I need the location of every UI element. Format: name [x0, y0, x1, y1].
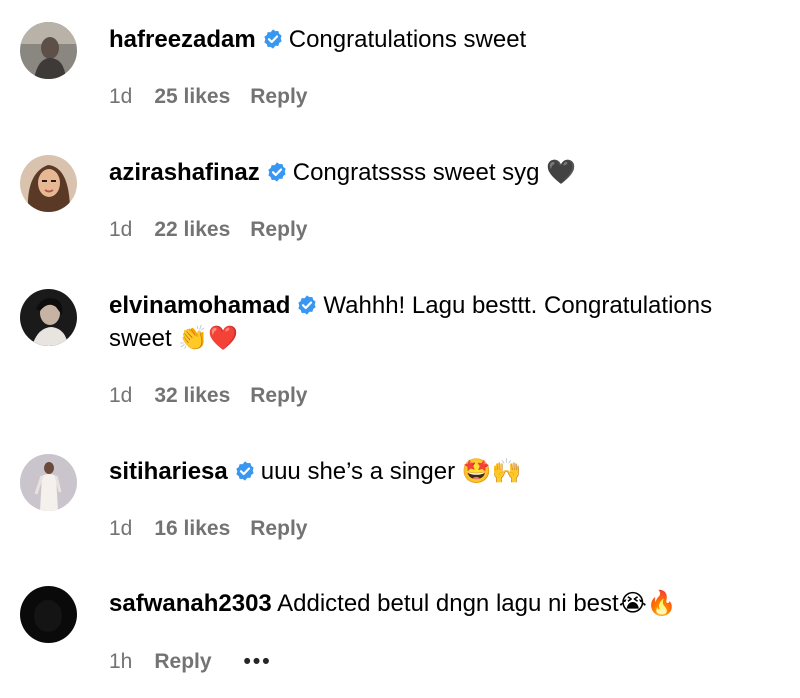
avatar-image [20, 586, 77, 643]
avatar-image [20, 22, 77, 79]
reply-button[interactable]: Reply [154, 650, 211, 673]
avatar-image [20, 454, 77, 511]
comment-text: uuu she’s a singer [260, 458, 456, 485]
reply-button[interactable]: Reply [250, 384, 307, 407]
comment-body: azirashafinaz Congratssss sweet syg 🖤 [109, 156, 770, 189]
avatar[interactable] [20, 289, 77, 346]
more-options-icon[interactable]: ••• [244, 650, 272, 674]
comment-meta: 1d 25 likes Reply [109, 85, 327, 109]
comment-time[interactable]: 1d [109, 85, 132, 108]
verified-badge-icon [264, 29, 282, 49]
comment-time[interactable]: 1d [109, 517, 132, 540]
comment-text: Addicted betul dngn lagu ni best [277, 590, 619, 617]
comment-meta: 1h Reply ••• [109, 650, 292, 674]
comment-username[interactable]: sitihariesa [109, 458, 228, 485]
black-heart-emoji-icon: 🖤 [546, 158, 577, 186]
comment-username[interactable]: hafreezadam [109, 26, 256, 53]
avatar-image [20, 155, 77, 212]
comment-text: Congratssss sweet syg [292, 159, 540, 186]
comment-body: sitihariesa uuu she’s a singer 🤩🙌 [109, 455, 770, 488]
comment-time[interactable]: 1d [109, 218, 132, 241]
comment-meta: 1d 32 likes Reply [109, 384, 327, 408]
comment-text: Congratulations sweet [288, 26, 527, 53]
clapping-hands-heart-emoji-icon: 👏❤️ [178, 324, 239, 352]
comment-likes[interactable]: 16 likes [154, 517, 230, 540]
reply-button[interactable]: Reply [250, 218, 307, 241]
comment-likes[interactable]: 22 likes [154, 218, 230, 241]
comment-likes[interactable]: 25 likes [154, 85, 230, 108]
avatar[interactable] [20, 454, 77, 511]
avatar[interactable] [20, 586, 77, 643]
avatar-image [20, 289, 77, 346]
verified-badge-icon [236, 461, 254, 481]
comment-meta: 1d 22 likes Reply [109, 218, 327, 242]
comment-username[interactable]: elvinamohamad [109, 292, 290, 319]
avatar[interactable] [20, 22, 77, 79]
verified-badge-icon [268, 162, 286, 182]
avatar[interactable] [20, 155, 77, 212]
comment-time[interactable]: 1h [109, 650, 132, 673]
comment-body: safwanah2303 Addicted betul dngn lagu ni… [109, 587, 770, 620]
comment-body: hafreezadam Congratulations sweet [109, 23, 770, 56]
star-struck-raised-hands-emoji-icon: 🤩🙌 [461, 457, 522, 485]
comment-meta: 1d 16 likes Reply [109, 517, 327, 541]
comment-username[interactable]: safwanah2303 [109, 590, 272, 617]
crying-fire-emoji-icon: 😭🔥 [618, 589, 677, 617]
reply-button[interactable]: Reply [250, 517, 307, 540]
comment-body: elvinamohamad Wahhh! Lagu besttt. Congrat… [109, 289, 770, 355]
comment-username[interactable]: azirashafinaz [109, 159, 260, 186]
comment-likes[interactable]: 32 likes [154, 384, 230, 407]
comment-time[interactable]: 1d [109, 384, 132, 407]
reply-button[interactable]: Reply [250, 85, 307, 108]
verified-badge-icon [298, 295, 317, 315]
